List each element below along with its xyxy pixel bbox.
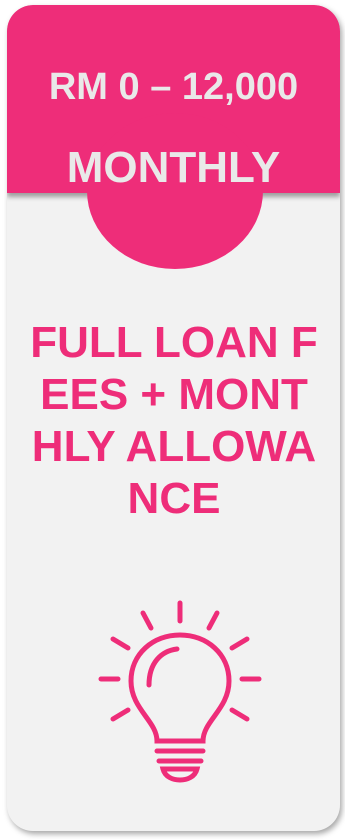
income-range: RM 0 – 12,000 <box>48 66 299 108</box>
period-label: MONTHLY <box>66 143 281 192</box>
tier-card: RM 0 – 12,000 MONTHLY FULL LOAN FEES + M… <box>7 5 340 831</box>
benefit-text: FULL LOAN FEES + MONTHLY ALLOWANCE <box>30 318 318 523</box>
lightbulb-icon <box>98 600 262 783</box>
